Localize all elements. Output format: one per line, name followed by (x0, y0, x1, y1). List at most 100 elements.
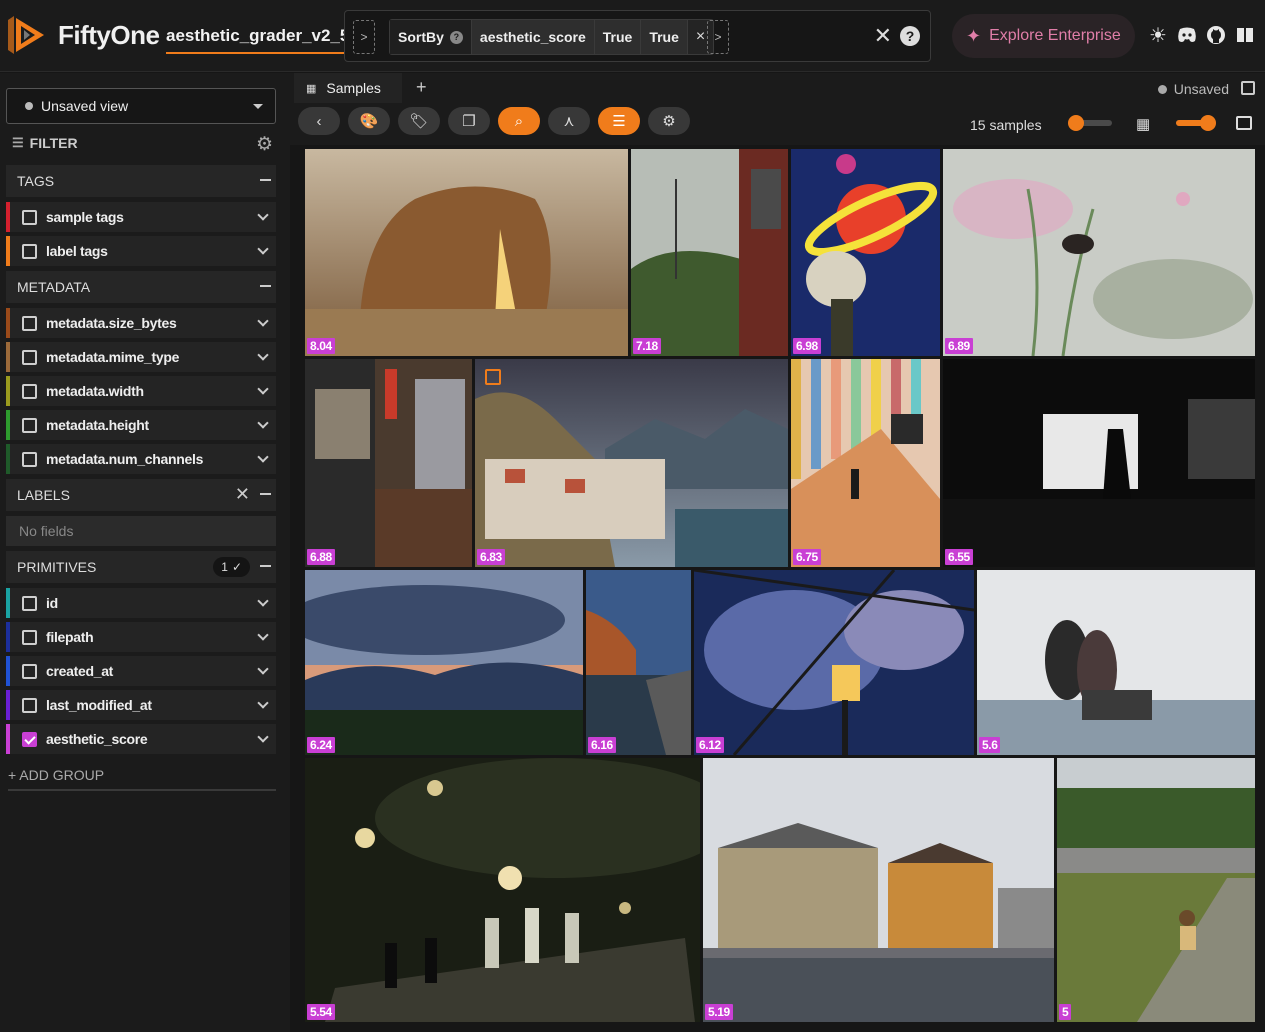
discord-icon[interactable] (1177, 24, 1197, 46)
filter-settings-gear-icon[interactable]: ⚙ (256, 133, 273, 156)
view-stage-sortby[interactable]: SortBy? aesthetic_score True True × (389, 19, 715, 55)
add-group-button[interactable]: + ADD GROUP (8, 767, 276, 791)
close-icon[interactable]: ✕ (235, 484, 250, 505)
slider-knob[interactable] (1068, 115, 1084, 131)
checkbox[interactable] (22, 315, 37, 331)
group-header-labels[interactable]: LABELS ✕ (6, 479, 276, 511)
theme-sun-icon[interactable]: ☀ (1148, 24, 1168, 47)
checkbox[interactable] (22, 595, 37, 611)
field-label-tags[interactable]: label tags (6, 236, 276, 266)
sample-tile[interactable]: 6.83 (475, 359, 788, 567)
patches-button[interactable]: ⋏ (548, 107, 590, 135)
chevron-down-icon[interactable] (257, 731, 269, 743)
similarity-search-button[interactable]: ⌕ (498, 107, 540, 135)
checkbox[interactable] (22, 349, 37, 365)
sample-tile[interactable]: 5 (1057, 758, 1255, 1022)
panel-layout-icon[interactable] (1241, 81, 1255, 95)
stage-param-field[interactable]: aesthetic_score (471, 20, 595, 54)
keyboard-icon[interactable] (1236, 116, 1252, 130)
chevron-down-icon[interactable] (257, 629, 269, 641)
back-button[interactable]: ‹ (298, 107, 340, 135)
field-metadata-height[interactable]: metadata.height (6, 410, 276, 440)
sample-tile[interactable]: 6.98 (791, 149, 940, 356)
docs-book-icon[interactable] (1235, 24, 1255, 46)
field-filepath[interactable]: filepath (6, 622, 276, 652)
sample-tile[interactable]: 7.18 (631, 149, 788, 356)
add-panel-plus-icon[interactable]: + (416, 77, 427, 98)
collapse-icon[interactable] (260, 179, 271, 181)
sample-tile[interactable]: 6.75 (791, 359, 940, 567)
view-help-icon[interactable]: ? (900, 26, 920, 46)
zoom-slider[interactable] (1176, 115, 1216, 131)
checkbox[interactable] (22, 663, 37, 679)
view-bar-insert-right[interactable]: > (707, 20, 729, 54)
chevron-down-icon[interactable] (257, 349, 269, 361)
sample-tile[interactable]: 8.04 (305, 149, 628, 356)
sort-by-button[interactable]: ☰ (598, 107, 640, 135)
sample-tile[interactable]: 5.6 (977, 570, 1255, 755)
field-id[interactable]: id (6, 588, 276, 618)
workspace-status[interactable]: Unsaved (1157, 81, 1229, 97)
chevron-down-icon[interactable] (257, 315, 269, 327)
collapse-icon[interactable] (260, 285, 271, 287)
chevron-down-icon[interactable] (257, 697, 269, 709)
checkbox[interactable] (22, 209, 37, 225)
checkbox-checked[interactable] (22, 731, 37, 747)
field-aesthetic-score[interactable]: aesthetic_score (6, 724, 276, 754)
collapse-icon[interactable] (260, 565, 271, 567)
checkbox[interactable] (22, 383, 37, 399)
group-header-tags[interactable]: TAGS (6, 165, 276, 197)
grid-size-icon[interactable]: ▦ (1136, 115, 1150, 133)
select-samples-button[interactable]: ❐ (448, 107, 490, 135)
clear-view-icon[interactable]: ✕ (874, 23, 892, 49)
sample-tile[interactable]: 6.55 (943, 359, 1255, 567)
field-created-at[interactable]: created_at (6, 656, 276, 686)
dataset-selector[interactable]: aesthetic_grader_v2_5 (166, 26, 350, 54)
brand-name[interactable]: FiftyOne (58, 20, 160, 51)
settings-button[interactable]: ⚙ (648, 107, 690, 135)
help-icon[interactable]: ? (449, 30, 463, 44)
field-metadata-mime-type[interactable]: metadata.mime_type (6, 342, 276, 372)
chevron-down-icon[interactable] (257, 383, 269, 395)
explore-enterprise-button[interactable]: ✦ Explore Enterprise (952, 14, 1135, 58)
checkbox[interactable] (22, 451, 37, 467)
sample-tile[interactable]: 6.89 (943, 149, 1255, 356)
fiftyone-logo-icon[interactable] (6, 16, 46, 54)
field-last-modified-at[interactable]: last_modified_at (6, 690, 276, 720)
slider-knob[interactable] (1200, 115, 1216, 131)
chevron-down-icon[interactable] (257, 663, 269, 675)
field-sample-tags[interactable]: sample tags (6, 202, 276, 232)
field-metadata-size-bytes[interactable]: metadata.size_bytes (6, 308, 276, 338)
active-filter-badge[interactable]: 1 ✓ (213, 557, 250, 577)
group-header-metadata[interactable]: METADATA (6, 271, 276, 303)
field-metadata-width[interactable]: metadata.width (6, 376, 276, 406)
media-slider[interactable] (1068, 115, 1112, 131)
checkbox[interactable] (22, 629, 37, 645)
checkbox[interactable] (22, 697, 37, 713)
tag-button[interactable]: 🏷 (398, 107, 440, 135)
tab-samples[interactable]: ▦ Samples (294, 73, 402, 103)
color-palette-button[interactable]: 🎨 (348, 107, 390, 135)
chevron-down-icon[interactable] (257, 451, 269, 463)
view-bar-insert-left[interactable]: > (353, 20, 375, 54)
saved-view-select[interactable]: Unsaved view (6, 88, 276, 124)
chevron-down-icon[interactable] (257, 417, 269, 429)
checkbox[interactable] (22, 243, 37, 259)
select-checkbox[interactable] (485, 369, 501, 385)
sample-tile[interactable]: 6.24 (305, 570, 583, 755)
sample-tile[interactable]: 6.88 (305, 359, 472, 567)
chevron-down-icon[interactable] (257, 243, 269, 255)
sample-tile[interactable]: 6.12 (694, 570, 974, 755)
field-metadata-num-channels[interactable]: metadata.num_channels (6, 444, 276, 474)
stage-param-create-index[interactable]: True (641, 20, 688, 54)
chevron-down-icon[interactable] (257, 209, 269, 221)
checkbox[interactable] (22, 417, 37, 433)
sample-tile[interactable]: 5.19 (703, 758, 1054, 1022)
collapse-icon[interactable] (260, 493, 271, 495)
sample-tile[interactable]: 5.54 (305, 758, 700, 1022)
chevron-down-icon[interactable] (257, 595, 269, 607)
github-icon[interactable] (1206, 24, 1226, 46)
group-header-primitives[interactable]: PRIMITIVES 1 ✓ (6, 551, 276, 583)
stage-param-reverse[interactable]: True (594, 20, 642, 54)
sample-tile[interactable]: 6.16 (586, 570, 691, 755)
